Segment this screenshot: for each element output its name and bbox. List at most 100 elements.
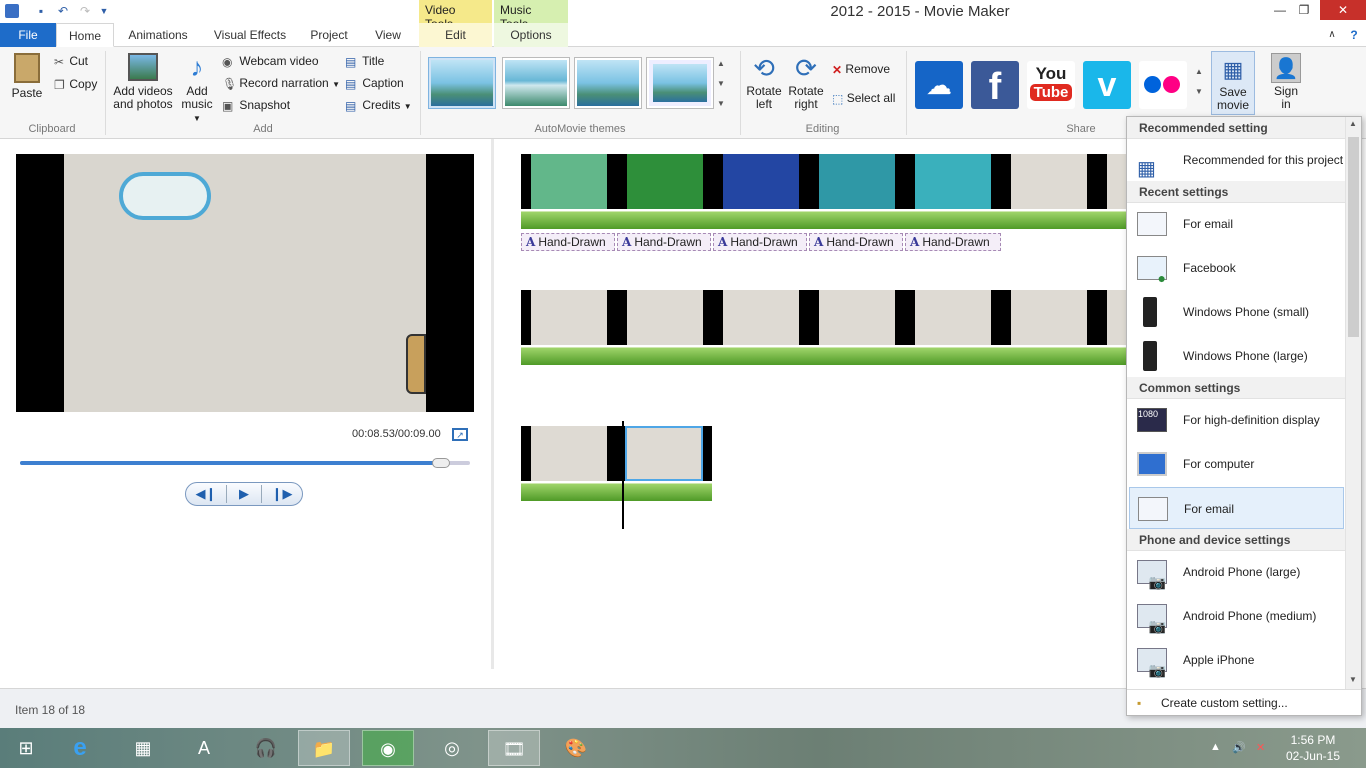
wordpad-icon[interactable]: A [178, 730, 230, 766]
headphones-icon[interactable]: 🎧 [240, 730, 292, 766]
menu-item-hd-display[interactable]: 1080 For high-definition display [1129, 399, 1344, 441]
facebook-button[interactable]: f [971, 61, 1019, 109]
youtube-button[interactable]: You Tube [1027, 61, 1075, 109]
credits-button[interactable]: ▤ Credits ▼ [345, 96, 412, 114]
onedrive-button[interactable]: ☁ [915, 61, 963, 109]
clock[interactable]: 1:56 PM 02-Jun-15 [1286, 732, 1340, 764]
copy-button[interactable]: ❐ Copy [54, 75, 97, 93]
customize-toolbar-icon[interactable]: ▼ [97, 4, 111, 18]
custom-setting-icon: ▪ [1137, 696, 1142, 710]
next-frame-icon[interactable]: ❙▶ [264, 485, 300, 503]
close-icon[interactable]: ✕ [1320, 0, 1366, 20]
seek-bar[interactable] [20, 461, 470, 465]
audio-track[interactable] [521, 483, 712, 501]
save-icon[interactable]: ▪ [34, 4, 48, 18]
flickr-button[interactable] [1139, 61, 1187, 109]
remove-button[interactable]: ✕ Remove [832, 60, 890, 78]
help-icon[interactable]: ? [1344, 23, 1364, 47]
menu-item-common-email[interactable]: For email [1129, 487, 1344, 529]
previous-frame-icon[interactable]: ◀❙ [188, 485, 224, 503]
tab-visual-effects[interactable]: Visual Effects [206, 23, 294, 47]
paste-button[interactable]: Paste [8, 53, 46, 100]
tab-view[interactable]: View [364, 23, 412, 47]
cut-button[interactable]: ✂ Cut [54, 52, 88, 70]
start-windows-icon[interactable]: ⊞ [0, 730, 52, 766]
theme-pan-zoom[interactable] [646, 57, 714, 109]
undo-icon[interactable]: ↶ [56, 4, 70, 18]
tab-options[interactable]: Options [494, 23, 568, 47]
menu-item-apple-iphone[interactable]: 📷 Apple iPhone [1129, 639, 1344, 681]
create-custom-setting-item[interactable]: ▪ Create custom setting... [1127, 689, 1361, 715]
paint-icon[interactable]: 🎨 [550, 730, 602, 766]
themes-scroll-up-icon[interactable]: ▲ [717, 55, 725, 73]
share-scroll-down-icon[interactable]: ▼ [1195, 83, 1203, 101]
menu-item-computer[interactable]: For computer [1129, 443, 1344, 485]
title-button[interactable]: ▤ Title [345, 52, 384, 70]
menu-item-android-medium[interactable]: 📷 Android Phone (medium) [1129, 595, 1344, 637]
themes-more-icon[interactable]: ▼ [717, 95, 725, 113]
rotate-right-button[interactable]: ⟳ Rotate right [787, 53, 825, 111]
theme-cinematic[interactable] [502, 57, 570, 109]
scrollbar-thumb[interactable] [1348, 137, 1359, 337]
caption-chip[interactable]: A Hand-Drawn [521, 233, 615, 251]
tab-file[interactable]: File [0, 23, 56, 47]
menu-scrollbar[interactable]: ▲ ▼ [1345, 117, 1361, 689]
playhead[interactable] [622, 421, 624, 529]
redo-icon[interactable]: ↷ [78, 4, 92, 18]
file-explorer-icon[interactable]: 📁 [298, 730, 350, 766]
caption-chip[interactable]: A Hand-Drawn [905, 233, 1001, 251]
storyboard-clip[interactable] [521, 426, 712, 481]
menu-item-facebook[interactable]: ● Facebook [1129, 247, 1344, 289]
rotate-left-button[interactable]: ⟲ Rotate left [745, 53, 783, 111]
menu-item-recommended[interactable]: ▦ Recommended for this project [1129, 139, 1344, 181]
menu-item-windows-phone-large[interactable]: Windows Phone (large) [1129, 335, 1344, 377]
caption-chip[interactable]: A Hand-Drawn [617, 233, 711, 251]
select-all-button[interactable]: ⬚ Select all [832, 89, 895, 107]
theme-default[interactable] [428, 57, 496, 109]
store-apps-icon[interactable]: ▦ [117, 730, 169, 766]
caption-button[interactable]: ▤ Caption [345, 74, 404, 92]
storyboard-clip[interactable] [521, 290, 1126, 345]
chrome-icon[interactable]: ◉ [362, 730, 414, 766]
scroll-down-icon[interactable]: ▼ [1349, 675, 1357, 684]
moviemaker-app-icon[interactable] [5, 4, 19, 18]
add-music-button[interactable]: ♪ Add music ▼ [178, 53, 216, 125]
themes-scroll-down-icon[interactable]: ▼ [717, 75, 725, 93]
audio-track[interactable] [521, 211, 1126, 229]
scroll-up-icon[interactable]: ▲ [1349, 119, 1357, 128]
fullscreen-icon[interactable]: ↗ [452, 428, 468, 441]
play-icon[interactable]: ▶ [226, 485, 262, 503]
internet-explorer-icon[interactable]: e [54, 730, 106, 766]
snapshot-button[interactable]: ▣ Snapshot [222, 96, 290, 114]
save-movie-button[interactable]: ▦ Save movie ▼ [1211, 51, 1255, 124]
sign-in-button[interactable]: 👤 Sign in [1266, 53, 1306, 111]
show-hidden-icons-icon[interactable]: ▲ [1210, 741, 1221, 753]
volume-icon[interactable]: 🔊 [1232, 741, 1246, 754]
menu-item-recent-email[interactable]: For email [1129, 203, 1344, 245]
pane-divider[interactable] [491, 139, 494, 669]
network-icon[interactable]: ✕ [1256, 741, 1265, 754]
audio-track[interactable] [521, 347, 1126, 365]
tab-project[interactable]: Project [304, 23, 354, 47]
collapse-ribbon-icon[interactable]: ∧ [1322, 23, 1342, 47]
tab-animations[interactable]: Animations [120, 23, 196, 47]
storyboard-clip[interactable] [521, 154, 1126, 209]
caption-chip[interactable]: A Hand-Drawn [809, 233, 903, 251]
menu-item-windows-phone-small[interactable]: Windows Phone (small) [1129, 291, 1344, 333]
caption-chip[interactable]: A Hand-Drawn [713, 233, 807, 251]
add-videos-button[interactable]: Add videos and photos [112, 53, 174, 111]
webcam-video-button[interactable]: ◉ Webcam video [222, 52, 319, 70]
record-narration-button[interactable]: 🎙 Record narration ▼ [222, 74, 340, 92]
media-player-icon[interactable]: ◎ [426, 730, 478, 766]
theme-fade[interactable] [574, 57, 642, 109]
share-scroll-up-icon[interactable]: ▲ [1195, 63, 1203, 81]
tab-home[interactable]: Home [56, 23, 114, 47]
video-preview[interactable] [16, 154, 474, 412]
youtube-you-text: You [1035, 64, 1067, 83]
vimeo-button[interactable]: v [1083, 61, 1131, 109]
seek-thumb[interactable] [432, 458, 450, 468]
tab-edit[interactable]: Edit [419, 23, 492, 47]
menu-item-android-large[interactable]: 📷 Android Phone (large) [1129, 551, 1344, 593]
restore-icon[interactable]: ❐ [1290, 0, 1318, 20]
movie-maker-taskbar-icon[interactable]: 🎞 [488, 730, 540, 766]
